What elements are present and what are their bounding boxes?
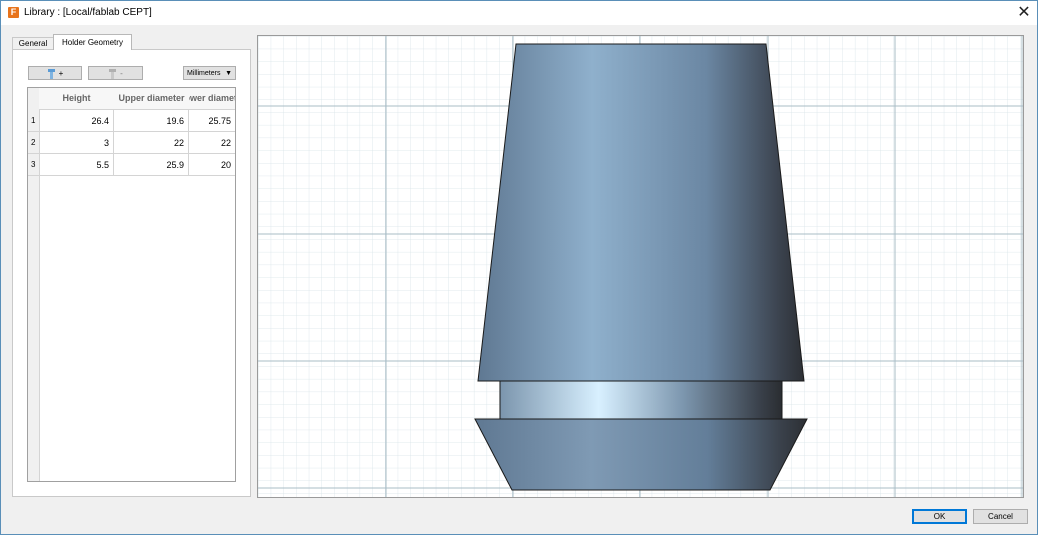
cell-height[interactable]: 5.5 xyxy=(39,154,114,176)
units-select[interactable]: Millimeters ▼ xyxy=(183,66,236,80)
title-bar[interactable]: F Library : [Local/fablab CEPT] ✕ xyxy=(1,1,1037,25)
column-header-lower-diameter[interactable]: Lower diameter xyxy=(189,88,235,110)
remove-segment-label: - xyxy=(120,69,123,78)
app-logo-icon: F xyxy=(8,7,19,18)
units-select-value: Millimeters xyxy=(187,70,221,77)
remove-segment-button[interactable]: - xyxy=(88,66,143,80)
holder-middle-segment xyxy=(499,380,783,420)
holder-preview-viewport[interactable] xyxy=(257,35,1024,498)
holder-preview-canvas xyxy=(258,36,1023,497)
row-index: 1 xyxy=(28,110,39,132)
cell-lower-diameter[interactable]: 20 xyxy=(189,154,235,176)
holder-segments-table[interactable]: Height Upper diameter Lower diameter 1 2… xyxy=(27,87,236,482)
cell-height[interactable]: 26.4 xyxy=(39,110,114,132)
close-icon[interactable]: ✕ xyxy=(1011,1,1037,25)
row-index: 3 xyxy=(28,154,39,176)
cancel-button[interactable]: Cancel xyxy=(973,509,1028,524)
ok-button[interactable]: OK xyxy=(912,509,967,524)
row-index: 2 xyxy=(28,132,39,154)
cell-lower-diameter[interactable]: 22 xyxy=(189,132,235,154)
dropdown-arrow-icon: ▼ xyxy=(225,70,232,77)
holder-upper-segment xyxy=(477,43,805,382)
holder-segment-icon xyxy=(109,68,117,79)
cell-lower-diameter[interactable]: 25.75 xyxy=(189,110,235,132)
add-segment-label: + xyxy=(58,69,64,78)
column-header-upper-diameter[interactable]: Upper diameter xyxy=(114,88,190,110)
window-title: Library : [Local/fablab CEPT] xyxy=(24,7,152,18)
column-header-height[interactable]: Height xyxy=(39,88,115,110)
holder-lower-segment xyxy=(474,418,808,491)
add-segment-button[interactable]: + xyxy=(28,66,82,80)
holder-segment-icon xyxy=(47,68,55,79)
cell-upper-diameter[interactable]: 25.9 xyxy=(114,154,189,176)
cell-upper-diameter[interactable]: 22 xyxy=(114,132,189,154)
cell-upper-diameter[interactable]: 19.6 xyxy=(114,110,189,132)
cell-height[interactable]: 3 xyxy=(39,132,114,154)
tab-holder-geometry[interactable]: Holder Geometry xyxy=(53,34,132,50)
